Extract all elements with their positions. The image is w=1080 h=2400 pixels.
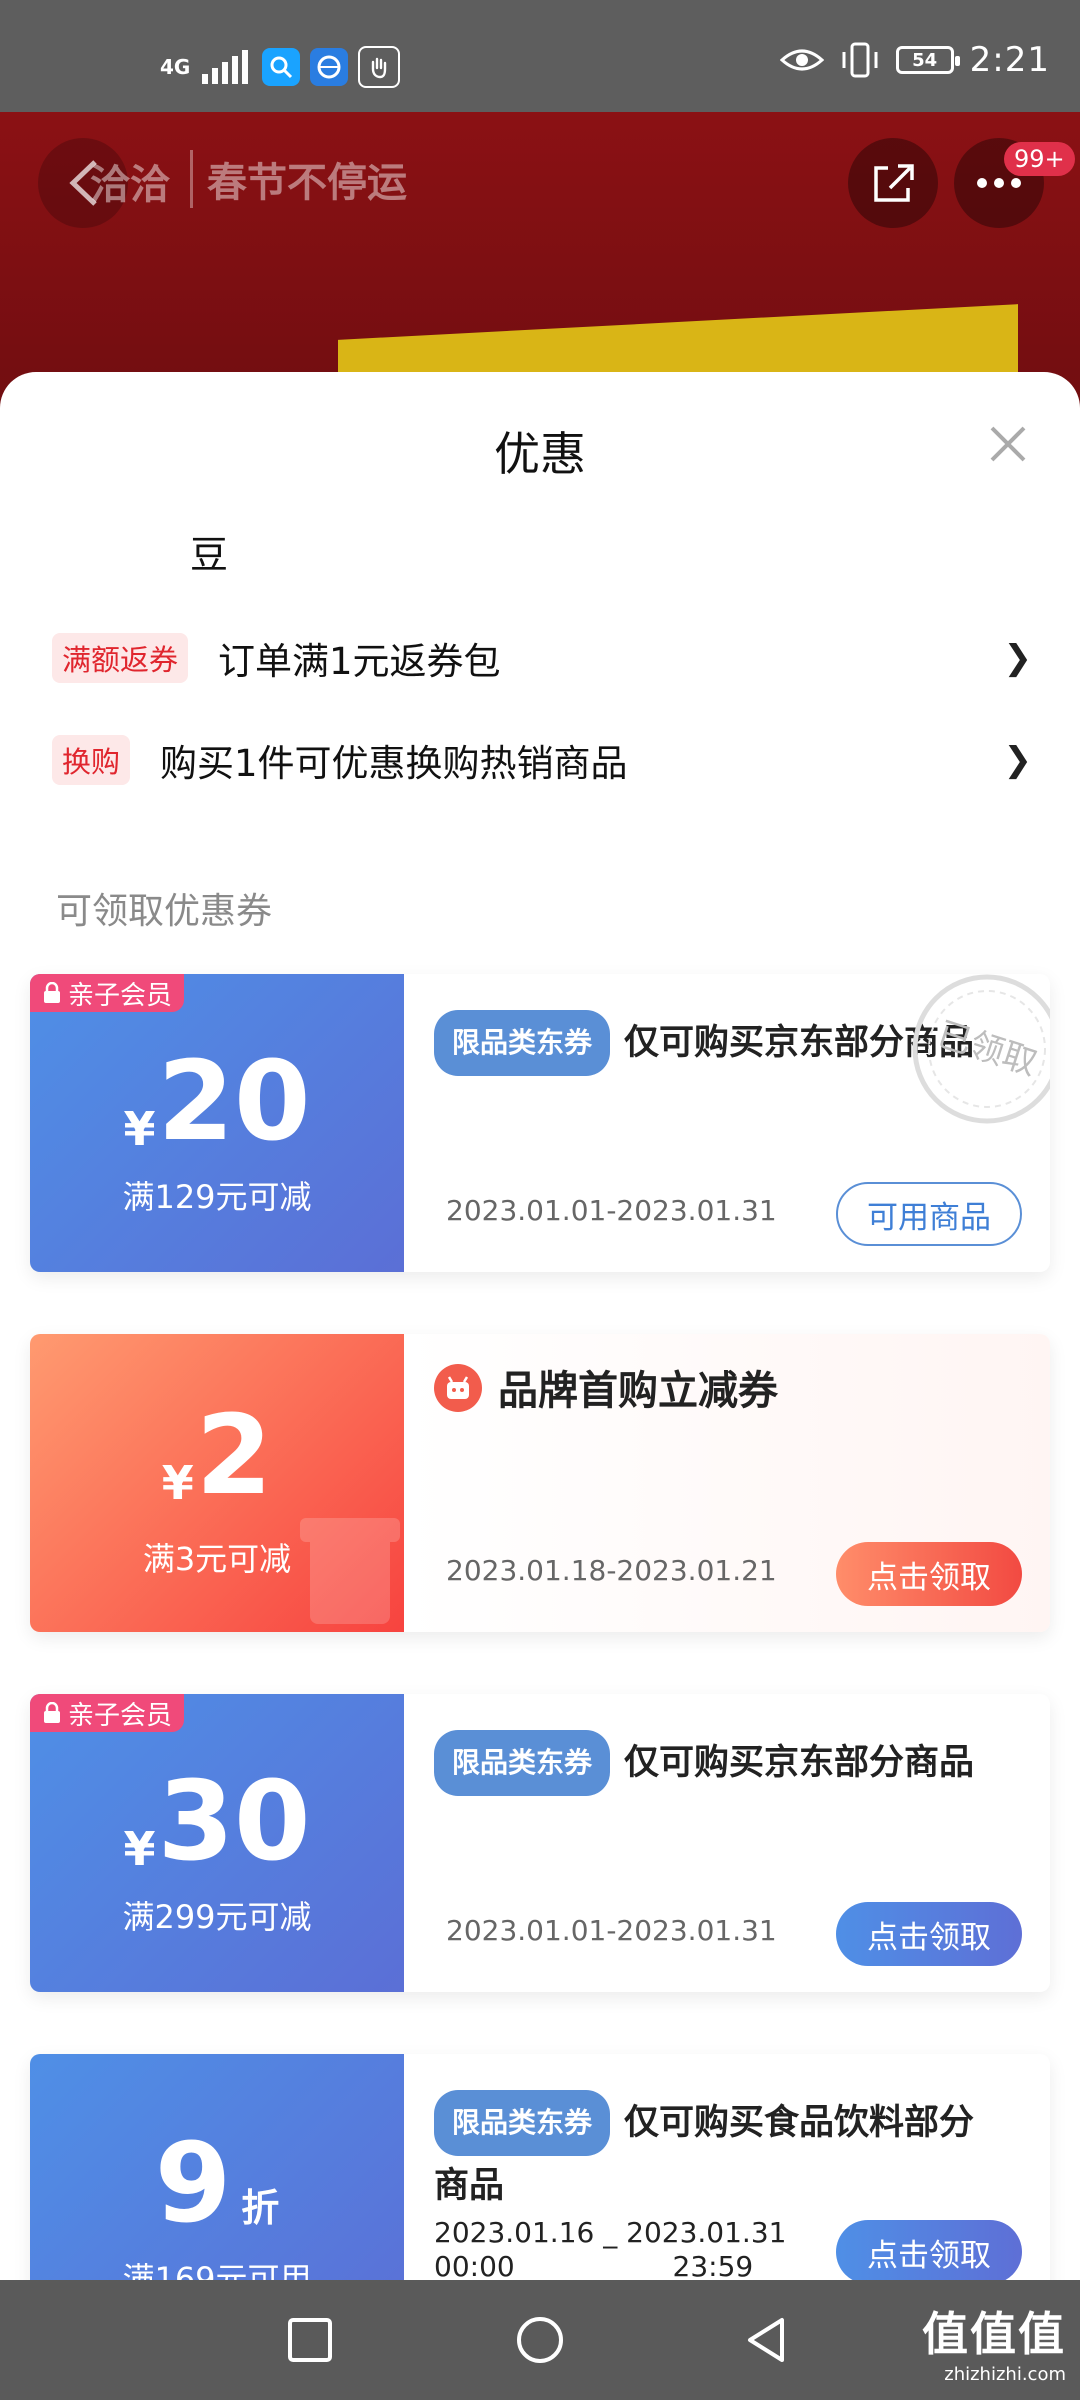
coupon-title-text: 仅可购买京东部分商品: [624, 1743, 975, 1783]
date-start: 2023.01.16: [434, 2216, 595, 2249]
currency-symbol: ¥: [123, 1102, 156, 1156]
section-label: 可领取优惠券: [56, 891, 273, 932]
more-dots-icon: [977, 178, 1021, 188]
sheet-title: 优惠: [494, 427, 586, 481]
battery-icon: 54: [895, 46, 960, 74]
notification-badge: 99+: [1004, 142, 1075, 176]
brand-logo: 洽洽: [90, 162, 170, 208]
eye-comfort-icon: [779, 49, 824, 71]
claim-button[interactable]: 点击领取: [836, 1542, 1022, 1606]
date-separator: _: [603, 2216, 618, 2249]
coupon-detail: 限品类东券 仅可购买京东部分商品 2023.01.01-2023.01.31 可用…: [404, 974, 1050, 1272]
status-right-icons: 54 2:21: [779, 40, 1050, 80]
watermark-logo: 值值值: [922, 2307, 1066, 2361]
claimed-stamp: 已领取: [912, 974, 1050, 1124]
coupon-value-panel: ¥2 满3元可减: [30, 1334, 404, 1632]
coupon-value-panel: 9折 满169元可用: [30, 2054, 404, 2280]
system-nav-bar: 值值值 zhizhizhi.com: [0, 2280, 1080, 2400]
time-end: 23:59: [672, 2250, 754, 2280]
available-products-button[interactable]: 可用商品: [836, 1182, 1022, 1246]
search-app-icon: [262, 48, 301, 86]
back-nav-button[interactable]: [736, 2308, 800, 2372]
bean-text: 豆: [190, 533, 229, 577]
chevron-right-icon: ❯: [1003, 740, 1033, 780]
coupon-title: 限品类东券 仅可购买食品饮料部分商品: [434, 2090, 994, 2215]
coupon-condition: 满299元可减: [122, 1898, 312, 1936]
time-start: 00:00: [434, 2250, 515, 2280]
claim-button[interactable]: 点击领取: [836, 1902, 1022, 1966]
vibrate-icon: [842, 42, 878, 78]
status-bar: 4G 54 2:21: [0, 0, 1080, 112]
coupon-condition: 满169元可用: [122, 2260, 312, 2280]
coupon-date-range: 2023.01.16 _ 2023.01.31 00:00 23:59: [434, 2216, 786, 2280]
amount-value: 30: [157, 1757, 311, 1885]
coupon-title: 限品类东券 仅可购买京东部分商品: [434, 1730, 994, 1796]
member-tag-label: 亲子会员: [68, 980, 173, 1011]
category-tag: 限品类东券: [434, 1730, 611, 1796]
watermark-url: zhizhizhi.com: [944, 2364, 1066, 2385]
lock-icon: [44, 1702, 60, 1723]
coupon-detail: 限品类东券 仅可购买京东部分商品 2023.01.01-2023.01.31 点击…: [404, 1694, 1050, 1992]
home-button[interactable]: [508, 2308, 572, 2372]
coupon-detail: 限品类东券 仅可购买食品饮料部分商品 2023.01.16 _ 2023.01.3…: [404, 2054, 1050, 2280]
browser-app-icon: [310, 48, 349, 86]
member-tag-label: 亲子会员: [68, 1700, 173, 1731]
coupon-date: 2023.01.01-2023.01.31: [446, 1194, 777, 1227]
coupon-date: 2023.01.01-2023.01.31: [446, 1914, 777, 1947]
currency-symbol: ¥: [161, 1456, 194, 1510]
chevron-right-icon: ❯: [1003, 638, 1033, 678]
currency-symbol: ¥: [123, 1822, 156, 1876]
date-end: 2023.01.31: [626, 2216, 787, 2249]
status-left-icons: 4G: [160, 46, 401, 88]
coupon-card: 9折 满169元可用 限品类东券 仅可购买食品饮料部分商品 2023.01.16 …: [30, 2054, 1050, 2280]
coupon-date: 2023.01.18-2023.01.21: [446, 1554, 777, 1587]
coupon-amount: 9折: [30, 2128, 404, 2238]
promo-text: 订单满1元返券包: [218, 640, 501, 683]
recents-button[interactable]: [278, 2308, 342, 2372]
coupon-value-panel: 亲子会员 ¥30 满299元可减: [30, 1694, 404, 1992]
coupon-card: 亲子会员 ¥30 满299元可减 限品类东券 仅可购买京东部分商品 2023.01…: [30, 1694, 1050, 1992]
clock: 2:21: [969, 40, 1050, 80]
network-type: 4G: [160, 55, 191, 79]
amount-unit: 折: [241, 2186, 280, 2230]
promo-row-trade-in[interactable]: 换购 购买1件可优惠换购热销商品 ❯: [52, 730, 1032, 790]
coupon-condition: 满129元可减: [122, 1178, 312, 1216]
amount-value: 20: [157, 1037, 311, 1165]
amount-value: 2: [195, 1391, 273, 1519]
coupon-title: 品牌首购立减券: [498, 1368, 778, 1414]
brand-shop-icon: [434, 1364, 482, 1412]
member-tag: 亲子会员: [30, 1694, 185, 1732]
close-icon[interactable]: [986, 422, 1030, 466]
coupon-card: ¥2 满3元可减 品牌首购立减券 2023.01.18-2023.01.21 点…: [30, 1334, 1050, 1632]
promo-row-return-coupon[interactable]: 满额返券 订单满1元返券包 ❯: [52, 628, 1032, 688]
hand-app-icon: [358, 46, 401, 88]
category-tag: 限品类东券: [434, 2090, 611, 2156]
share-button[interactable]: [848, 138, 938, 228]
offers-sheet: 优惠 豆 满额返券 订单满1元返券包 ❯ 换购 购买1件可优惠换购热销商品 ❯ …: [0, 372, 1080, 2280]
lock-icon: [44, 982, 60, 1003]
promo-text: 购买1件可优惠换购热销商品: [160, 742, 628, 785]
coupon-card: 亲子会员 ¥20 满129元可减 限品类东券 仅可购买京东部分商品 2023.01…: [30, 974, 1050, 1272]
watermark: 值值值 zhizhizhi.com: [922, 2298, 1066, 2385]
coupon-value-panel: 亲子会员 ¥20 满129元可减: [30, 974, 404, 1272]
coupon-detail: 品牌首购立减券 2023.01.18-2023.01.21 点击领取: [404, 1334, 1050, 1632]
battery-level: 54: [912, 49, 938, 71]
coupon-amount: ¥30: [30, 1766, 404, 1876]
promo-tag: 满额返券: [52, 633, 189, 683]
promo-tag: 换购: [52, 735, 131, 785]
share-icon: [874, 164, 914, 202]
member-tag: 亲子会员: [30, 974, 185, 1012]
gift-icon: [300, 1518, 400, 1624]
category-tag: 限品类东券: [434, 1010, 611, 1076]
brand-slogan: 春节不停运: [190, 150, 407, 208]
claim-button[interactable]: 点击领取: [836, 2220, 1022, 2280]
claimed-stamp-text: 已领取: [932, 1014, 1041, 1084]
amount-value: 9: [154, 2119, 232, 2247]
signal-icon: [202, 50, 249, 84]
coupon-amount: ¥20: [30, 1046, 404, 1156]
